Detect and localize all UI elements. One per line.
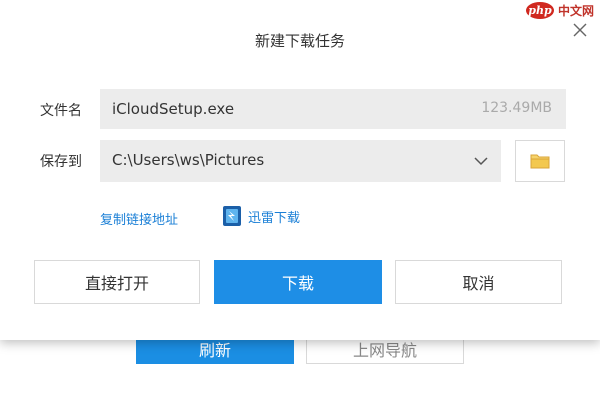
dialog-title: 新建下载任务 (254, 32, 345, 50)
close-icon (573, 23, 587, 37)
file-size: 123.49MB (481, 100, 552, 116)
xunlei-download-link[interactable]: 迅雷下载 (222, 205, 300, 227)
watermark-logo: php (525, 2, 554, 19)
watermark: php 中文网 (525, 2, 594, 19)
cancel-button[interactable]: 取消 (395, 260, 562, 304)
folder-icon (530, 154, 550, 169)
new-download-dialog: 新建下载任务 文件名 123.49MB 保存到 C:\Users\ws\Pict… (0, 0, 600, 340)
filename-input[interactable] (112, 89, 412, 129)
watermark-text: 中文网 (557, 4, 594, 18)
open-directly-button[interactable]: 直接打开 (34, 260, 200, 304)
save-path-select[interactable]: C:\Users\ws\Pictures (100, 140, 501, 182)
browse-folder-button[interactable] (515, 140, 565, 182)
filename-field: 123.49MB (100, 89, 566, 129)
save-to-label: 保存到 (40, 154, 82, 170)
background-nav-label: 上网导航 (352, 341, 417, 360)
filename-label: 文件名 (40, 103, 82, 119)
copy-link-address[interactable]: 复制链接地址 (100, 209, 178, 228)
download-button[interactable]: 下载 (214, 260, 382, 304)
close-button[interactable] (570, 20, 590, 40)
xunlei-download-label: 迅雷下载 (248, 210, 301, 226)
chevron-down-icon (474, 157, 488, 166)
save-path-value: C:\Users\ws\Pictures (112, 151, 265, 169)
xunlei-icon (223, 206, 241, 226)
background-refresh-label: 刷新 (198, 341, 231, 360)
